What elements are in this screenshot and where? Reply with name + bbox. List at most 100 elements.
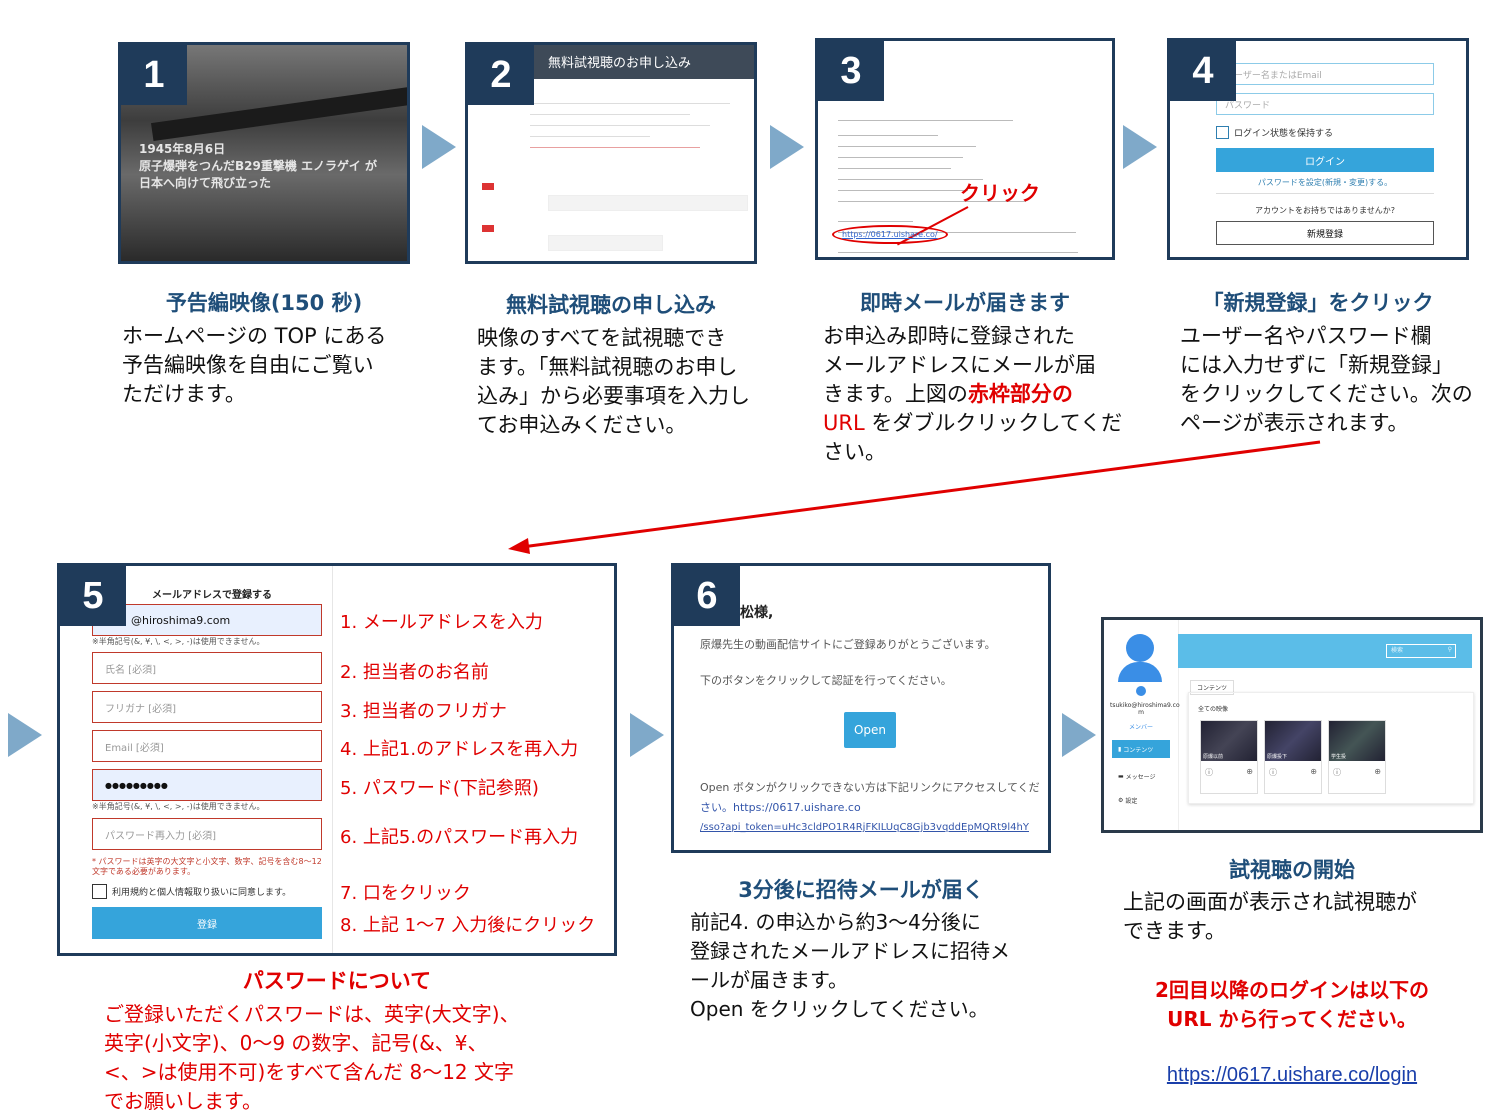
step7-title: 試視聴の開始 (1229, 858, 1355, 882)
body-line: ホームページの TOP にある (122, 324, 387, 348)
connector-arrow-icon (508, 440, 1321, 554)
name-field[interactable]: 氏名 [必須] (92, 652, 322, 684)
verification-url-link[interactable]: https://0617.uishare.co/ (832, 225, 948, 244)
body-line: 映像のすべてを試視聴でき (477, 326, 727, 350)
info-icon[interactable]: ⓘ (1333, 767, 1341, 778)
body-line: ご登録いただくパスワードは、英字(大文字)、 (104, 1002, 520, 1026)
info-icon[interactable]: ⓘ (1269, 767, 1277, 778)
body-line: 英字(小文字)、0〜9 の数字、記号(&、¥、 (104, 1031, 488, 1055)
email-greeting: 松様, (740, 605, 774, 621)
step-number-badge: 6 (674, 566, 740, 626)
video-card[interactable]: 学生投 ⓘ ⊕ (1328, 720, 1386, 794)
step5-note: 3. 担当者のフリガナ (340, 701, 507, 722)
submit-button[interactable]: 登録 (92, 907, 322, 939)
body-line: でお願いします。 (104, 1089, 262, 1113)
step4-title: 「新規登録」をクリック (1202, 291, 1434, 315)
add-icon[interactable]: ⊕ (1310, 767, 1317, 778)
video-title: 原爆投下 (1267, 754, 1288, 760)
video-title: 原爆以前 (1203, 754, 1224, 760)
note-line: 2回目以降のログインは以下の (1155, 978, 1429, 1002)
next-arrow-icon (630, 713, 664, 757)
step3-title: 即時メールが届きます (860, 291, 1070, 315)
email-line: 下のボタンをクリックして認証を行ってください。 (700, 674, 952, 687)
body-line: 前記4. の申込から約3〜4分後に (690, 910, 981, 934)
kana-field[interactable]: フリガナ [必須] (92, 691, 322, 723)
step4-body: ユーザー名やパスワード欄 には入力せずに「新規登録」 をクリックしてください。次… (1180, 322, 1490, 438)
search-placeholder: 検索 (1391, 647, 1404, 654)
email-confirm-field[interactable]: Email [必須] (92, 730, 322, 762)
body-line: 登録されたメールアドレスに招待メ (690, 939, 1010, 963)
step1-screenshot: 1 1945年8月6日 原子爆弾をつんだB29重撃機 エノラゲイ が 日本へ向け… (118, 42, 410, 264)
step6-screenshot: 6 松様, 原爆先生の動画配信サイトにご登録ありがとうございます。 下のボタンを… (671, 563, 1051, 853)
step5-note: 2. 担当者のお名前 (340, 662, 489, 683)
edit-profile-icon[interactable] (1136, 686, 1146, 696)
add-icon[interactable]: ⊕ (1374, 767, 1381, 778)
body-line: ただけます。 (122, 382, 246, 406)
fallback-link[interactable]: さい。https://0617.uishare.co (700, 798, 1045, 818)
field-hint: ※半角記号(&, ¥, \, <, >, -)は使用できません。 (92, 637, 265, 646)
note-line: URL から行ってください。 (1167, 1007, 1417, 1031)
login-url-link[interactable]: https://0617.uishare.co/login (1101, 1064, 1483, 1087)
add-icon[interactable]: ⊕ (1246, 767, 1253, 778)
body-line: には入力せずに「新規登録」 (1180, 353, 1453, 377)
step-number-badge: 4 (1170, 41, 1236, 101)
password-field[interactable]: ●●●●●●●●● (92, 769, 322, 801)
password-reset-link[interactable]: パスワードを設定(新規・変更)する。 (1216, 177, 1434, 188)
step3-screenshot: 3 クリック https://0617.uishare.co/ (815, 38, 1115, 260)
user-role: メンバー (1128, 724, 1153, 731)
step4-screenshot: 4 ユーザー名またはEmail パスワード ログイン状態を保持する ログイン パ… (1167, 38, 1469, 260)
step2-body: 映像のすべてを試視聴でき ます。「無料試視聴のお申し 込み」から必要事項を入力し… (477, 324, 777, 440)
body-line: メールアドレスにメールが届 (823, 353, 1096, 377)
message-icon: ▬ (1118, 772, 1124, 780)
form-panel-divider (332, 566, 333, 953)
fallback-link[interactable]: /sso?api_token=uHc3cldPO1R4RjFKILUqC8Gjb… (700, 818, 1045, 838)
video-card[interactable]: 原爆投下 ⓘ ⊕ (1264, 720, 1322, 794)
search-input[interactable]: 検索 ⚲ (1386, 644, 1456, 658)
body-line: ールが届きます。 (690, 968, 848, 992)
divider (1216, 193, 1434, 194)
info-icon[interactable]: ⓘ (1205, 767, 1213, 778)
form-header-title: 無料試視聴のお申し込み (548, 56, 692, 71)
body-line: <、>は使用不可)をすべて含んだ 8〜12 文字 (104, 1060, 515, 1084)
nav-settings[interactable]: ⚙ 設定 (1112, 792, 1170, 808)
nav-messages[interactable]: ▬ メッセージ (1112, 768, 1170, 784)
nav-label: コンテンツ (1123, 746, 1154, 754)
step-number-badge: 5 (60, 566, 126, 626)
nav-contents[interactable]: ▮ コンテンツ (1112, 740, 1170, 758)
password-confirm-field[interactable]: パスワード再入力 [必須] (92, 818, 322, 850)
register-button[interactable]: 新規登録 (1216, 221, 1434, 245)
open-button[interactable]: Open (844, 712, 896, 748)
form-intro-text (530, 97, 730, 152)
login-button[interactable]: ログイン (1216, 148, 1434, 172)
email-field[interactable]: @hiroshima9.com (92, 604, 322, 636)
body-line: できます。 (1123, 919, 1226, 943)
caption-line: 日本へ向けて飛び立った (139, 176, 272, 190)
section-title: 全ての映像 (1198, 706, 1229, 713)
video-card[interactable]: 原爆以前 ⓘ ⊕ (1200, 720, 1258, 794)
body-line: 予告編映像を自由にご覧い (122, 353, 374, 377)
body-line: 込み」から必要事項を入力し (477, 384, 750, 408)
form-field[interactable] (548, 195, 748, 211)
password-input[interactable]: パスワード (1216, 93, 1434, 115)
step2-screenshot: 2 無料試視聴のお申し込み (465, 42, 757, 264)
form-field[interactable] (548, 235, 663, 251)
body-line: ます。「無料試視聴のお申し (477, 355, 738, 379)
remember-checkbox[interactable] (1216, 126, 1229, 139)
caption-line: 1945年8月6日 (139, 142, 226, 156)
email-line: 原爆先生の動画配信サイトにご登録ありがとうございます。 (700, 638, 996, 651)
step1-title: 予告編映像(150 秒) (165, 291, 363, 315)
step2-title: 無料試視聴の申し込み (506, 293, 716, 317)
form-header: メールアドレスで登録する (152, 590, 272, 601)
body-line: ユーザー名やパスワード欄 (1180, 324, 1432, 348)
agree-label: 利用規約と個人情報取り扱いに同意します。 (112, 888, 292, 898)
user-email: tsukiko@hiroshima9.co m (1110, 702, 1180, 716)
step6-body: 前記4. の申込から約3〜4分後に 登録されたメールアドレスに招待メ ールが届き… (690, 908, 1050, 1024)
password-section-title: パスワードについて (242, 969, 432, 993)
username-input[interactable]: ユーザー名またはEmail (1216, 63, 1434, 85)
step5-note: 1. メールアドレスを入力 (340, 612, 543, 633)
search-icon: ⚲ (1447, 646, 1452, 653)
email-footer-line (838, 247, 1078, 253)
body-line: きます。上図の赤枠部分の (823, 382, 1073, 406)
agree-checkbox[interactable] (92, 884, 107, 899)
avatar-icon (1126, 634, 1154, 662)
